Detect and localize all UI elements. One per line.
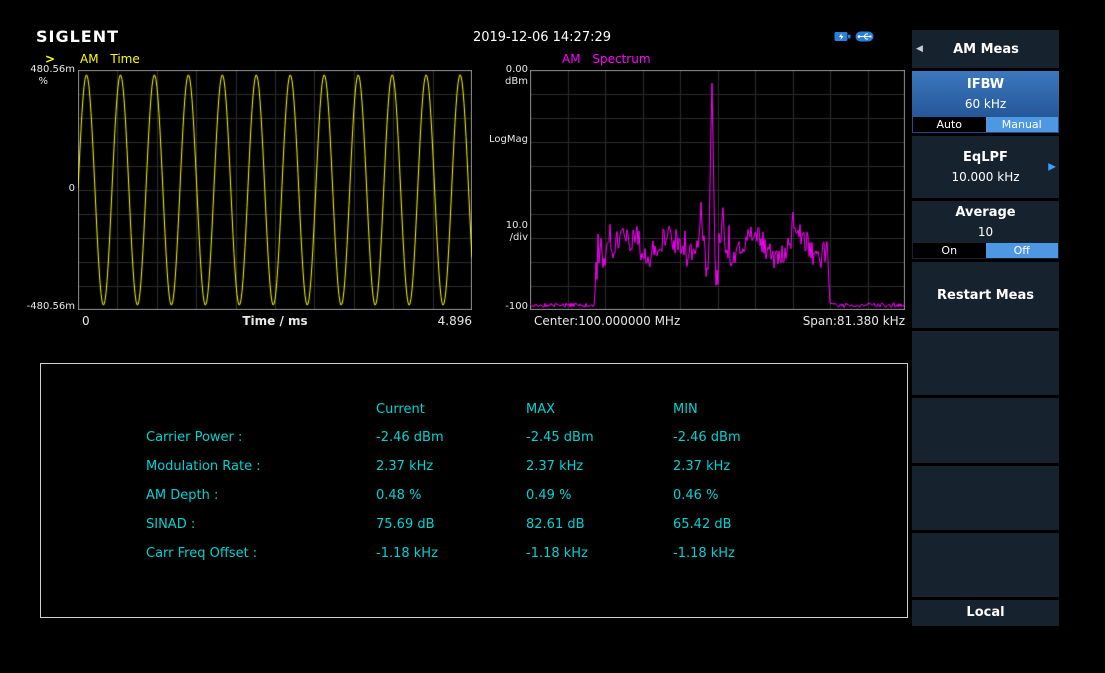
spectrum-y-min-label: -100	[486, 301, 528, 312]
softkey-value: 10	[978, 225, 993, 239]
softkey-eqlpf[interactable]: EqLPF 10.000 kHz ▶	[912, 136, 1059, 198]
battery-icon	[834, 31, 851, 42]
value-max: 82.61 dB	[526, 517, 673, 532]
softkey-label: Average	[955, 205, 1015, 220]
col-header-current: Current	[376, 402, 526, 417]
value-min: 2.37 kHz	[673, 459, 907, 474]
time-x-end-label: 4.896	[78, 314, 472, 328]
value-min: 0.46 %	[673, 488, 907, 503]
siglent-logo: SIGLENT	[36, 27, 119, 46]
softkey-empty	[912, 398, 1059, 462]
spectrum-div-unit-label: /div	[486, 232, 528, 243]
value-max: 0.49 %	[526, 488, 673, 503]
time-y-zero-label: 0	[28, 183, 75, 194]
spectrum-chart-title: AM Spectrum	[562, 52, 651, 66]
value-current: 0.48 %	[376, 488, 526, 503]
usb-icon	[855, 31, 874, 42]
row-label: Carrier Power :	[41, 430, 376, 445]
ifbw-auto-manual-toggle: Auto Manual	[913, 117, 1058, 132]
table-row-am-depth: AM Depth : 0.48 % 0.49 % 0.46 %	[41, 488, 907, 503]
spectrum-scale-label: LogMag	[486, 134, 528, 145]
submenu-arrow-icon: ▶	[1048, 162, 1056, 173]
spectrum-y-unit-label: dBm	[486, 76, 528, 87]
softkey-label: IFBW	[967, 77, 1004, 92]
time-y-unit-label: %	[28, 76, 48, 87]
value-current: -2.46 dBm	[376, 430, 526, 445]
time-y-max-label: 480.56m	[28, 64, 75, 75]
row-label: SINAD :	[41, 517, 376, 532]
softkey-empty	[912, 466, 1059, 530]
time-chart-title: AM Time	[80, 52, 140, 66]
value-current: 75.69 dB	[376, 517, 526, 532]
row-label: Carr Freq Offset :	[41, 546, 376, 561]
softkey-ifbw[interactable]: IFBW 60 kHz Auto Manual	[912, 71, 1059, 133]
spectrum-center-label: Center:100.000000 MHz	[534, 314, 680, 328]
average-on-off-toggle: On Off	[913, 243, 1058, 258]
datetime-display: 2019-12-06 14:27:29	[432, 30, 652, 45]
toggle-option-auto[interactable]: Auto	[913, 117, 986, 132]
col-header-max: MAX	[526, 402, 673, 417]
menu-title: AM Meas	[923, 42, 1059, 57]
value-min: -1.18 kHz	[673, 546, 907, 561]
softkey-label: EqLPF	[963, 150, 1008, 165]
value-max: -1.18 kHz	[526, 546, 673, 561]
menu-back-icon: ◀	[912, 44, 923, 54]
table-header-row: Current MAX MIN	[41, 402, 907, 417]
value-max: -2.45 dBm	[526, 430, 673, 445]
local-button[interactable]: Local	[912, 600, 1059, 626]
time-y-min-label: -480.56m	[25, 301, 75, 312]
spectrum-span-label: Span:81.380 kHz	[745, 314, 905, 328]
softkey-label: Restart Meas	[937, 288, 1034, 303]
row-label: AM Depth :	[41, 488, 376, 503]
value-current: 2.37 kHz	[376, 459, 526, 474]
table-row-carr-freq-offset: Carr Freq Offset : -1.18 kHz -1.18 kHz -…	[41, 546, 907, 561]
softkey-value: 10.000 kHz	[951, 170, 1019, 184]
spectrum-div-value-label: 10.0	[486, 220, 528, 231]
spectrum-y-max-label: 0.00	[486, 64, 528, 75]
toggle-option-on[interactable]: On	[913, 243, 986, 258]
softkey-empty	[912, 331, 1059, 395]
table-row-carrier-power: Carrier Power : -2.46 dBm -2.45 dBm -2.4…	[41, 430, 907, 445]
row-label: Modulation Rate :	[41, 459, 376, 474]
softkey-value: 60 kHz	[965, 97, 1006, 111]
time-trace-canvas	[78, 70, 472, 310]
measurement-panel: Current MAX MIN Carrier Power : -2.46 dB…	[40, 363, 908, 618]
value-min: 65.42 dB	[673, 517, 907, 532]
spectrum-trace-canvas	[530, 70, 905, 310]
softkey-menu: ◀ AM Meas IFBW 60 kHz Auto Manual EqLPF …	[912, 30, 1059, 626]
value-min: -2.46 dBm	[673, 430, 907, 445]
softkey-empty	[912, 533, 1059, 597]
softkey-average[interactable]: Average 10 On Off	[912, 201, 1059, 259]
toggle-option-manual[interactable]: Manual	[986, 117, 1059, 132]
table-row-sinad: SINAD : 75.69 dB 82.61 dB 65.42 dB	[41, 517, 907, 532]
softkey-restart-meas[interactable]: Restart Meas	[912, 262, 1059, 328]
value-max: 2.37 kHz	[526, 459, 673, 474]
status-icons	[834, 31, 874, 42]
menu-header: ◀ AM Meas	[912, 30, 1059, 68]
toggle-option-off[interactable]: Off	[986, 243, 1059, 258]
col-header-min: MIN	[673, 402, 907, 417]
value-current: -1.18 kHz	[376, 546, 526, 561]
table-row-modulation-rate: Modulation Rate : 2.37 kHz 2.37 kHz 2.37…	[41, 459, 907, 474]
